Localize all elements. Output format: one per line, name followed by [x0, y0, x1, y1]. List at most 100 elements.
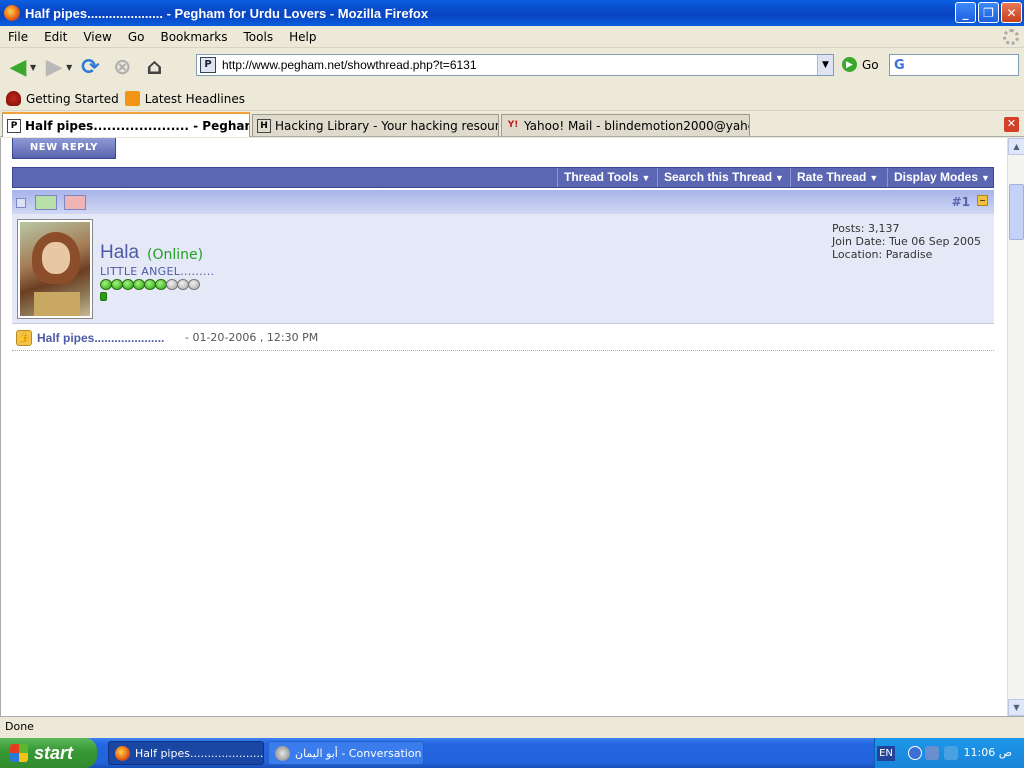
- user-info-panel: Hala (Online) LITTLE ANGEL......... Post…: [12, 214, 994, 324]
- post-count: Posts: 3,137: [832, 222, 900, 235]
- hacking-library-favicon-icon: H: [257, 118, 271, 133]
- stop-icon[interactable]: ⊗: [108, 53, 136, 81]
- thread-toolbar: Thread Tools ▼ Search this Thread ▼ Rate T…: [12, 167, 994, 188]
- chevron-down-icon: ▼: [641, 173, 651, 183]
- menu-bar: File Edit View Go Bookmarks Tools Help: [0, 26, 1024, 48]
- window-controls: _ ❐ ✕: [955, 2, 1022, 23]
- chevron-down-icon: ▼: [981, 173, 990, 183]
- windows-logo-icon: [10, 744, 28, 762]
- online-status: (Online): [147, 247, 204, 263]
- scroll-down-icon[interactable]: ▼: [1008, 699, 1024, 716]
- forward-history-dropdown[interactable]: ▼: [66, 63, 72, 72]
- menu-edit[interactable]: Edit: [36, 30, 75, 44]
- search-box[interactable]: G: [889, 54, 1019, 76]
- tab-label: Half pipes..................... - Pegham…: [25, 118, 249, 133]
- post-title-row: 👍 Half pipes..................... - 01-2…: [12, 324, 994, 351]
- menu-help[interactable]: Help: [281, 30, 324, 44]
- reputation-extra-icon: [100, 292, 107, 301]
- bookmark-getting-started[interactable]: Getting Started: [6, 91, 119, 106]
- network-icon[interactable]: [925, 746, 939, 760]
- bookmarks-toolbar: Getting Started Latest Headlines: [0, 87, 1024, 111]
- close-tab-icon[interactable]: ✕: [1004, 117, 1019, 132]
- window-title: Half pipes..................... - Pegham…: [25, 5, 429, 21]
- taskbar-item-firefox[interactable]: Half pipes.....................: [108, 741, 264, 765]
- status-bar: Done: [0, 716, 1024, 738]
- url-input[interactable]: http://www.pegham.net/showthread.php?t=6…: [222, 58, 817, 72]
- language-indicator[interactable]: EN: [877, 746, 895, 761]
- page-content: NEW REPLY Thread Tools ▼ Search this Thre…: [0, 138, 1024, 716]
- menu-go[interactable]: Go: [120, 30, 153, 44]
- scroll-thumb[interactable]: [1009, 184, 1024, 240]
- new-reply-button[interactable]: NEW REPLY: [12, 138, 116, 159]
- post-header: #1 −: [12, 190, 994, 214]
- taskbar-item-conversation[interactable]: أبو اليمان - Conversation: [268, 741, 424, 765]
- close-button[interactable]: ✕: [1001, 2, 1022, 23]
- location: Location: Paradise: [832, 248, 933, 261]
- back-history-dropdown[interactable]: ▼: [30, 63, 36, 72]
- taskbar: start Half pipes..................... أب…: [0, 738, 1024, 768]
- google-search-icon[interactable]: G: [894, 58, 905, 73]
- menu-bookmarks[interactable]: Bookmarks: [152, 30, 235, 44]
- tab-pegham[interactable]: P Half pipes..................... - Pegh…: [2, 112, 250, 137]
- post-number[interactable]: #1: [952, 195, 970, 209]
- reload-icon[interactable]: ⟳: [76, 53, 104, 81]
- home-icon[interactable]: ⌂: [140, 53, 168, 81]
- minimize-button[interactable]: _: [955, 2, 976, 23]
- tab-yahoo-mail[interactable]: Y! Yahoo! Mail - blindemotion2000@yahoo.…: [501, 114, 750, 136]
- url-dropdown-icon[interactable]: ▼: [817, 55, 833, 75]
- post-title: Half pipes.....................: [37, 331, 165, 345]
- site-favicon-icon: P: [200, 57, 216, 73]
- messenger-icon: [275, 745, 290, 761]
- thread-tools-menu[interactable]: Thread Tools ▼: [557, 168, 657, 187]
- reputation-bar: [100, 279, 200, 290]
- tab-label: Yahoo! Mail - blindemotion2000@yahoo.com: [524, 118, 749, 133]
- throbber-icon: [1003, 29, 1019, 45]
- user-stats: Posts: 3,137 Join Date: Tue 06 Sep 2005 …: [832, 222, 981, 261]
- tab-bar: P Half pipes..................... - Pegh…: [0, 112, 1024, 137]
- clock[interactable]: ص 11:06: [964, 746, 1013, 759]
- post-select-checkbox[interactable]: [16, 198, 26, 208]
- post-action-icon[interactable]: [35, 195, 57, 210]
- rss-icon: [124, 91, 140, 106]
- bookmark-latest-headlines[interactable]: Latest Headlines: [124, 91, 245, 106]
- navigation-toolbar: ◀ ▼ ▶ ▼ ⟳ ⊗ ⌂ P http://www.pegham.net/sh…: [0, 49, 1024, 85]
- messenger-tray-icon[interactable]: [944, 746, 958, 760]
- bookmark-label: Getting Started: [26, 91, 119, 106]
- go-label: Go: [862, 57, 879, 72]
- title-bar: Half pipes..................... - Pegham…: [0, 0, 1024, 26]
- post-menu-icon[interactable]: −: [977, 195, 988, 206]
- username-link[interactable]: Hala: [100, 242, 139, 264]
- bookmark-label: Latest Headlines: [144, 91, 245, 106]
- forward-arrow-icon[interactable]: ▶: [40, 53, 68, 81]
- avatar[interactable]: [17, 219, 93, 319]
- menu-tools[interactable]: Tools: [236, 30, 282, 44]
- back-arrow-icon[interactable]: ◀: [4, 53, 32, 81]
- rate-thread-menu[interactable]: Rate Thread ▼: [790, 168, 887, 187]
- maximize-button[interactable]: ❐: [978, 2, 999, 23]
- tab-label: Hacking Library - Your hacking resource: [275, 118, 499, 133]
- forum-thread: NEW REPLY Thread Tools ▼ Search this Thre…: [11, 138, 996, 716]
- post-date: - 01-20-2006 , 12:30 PM: [185, 331, 319, 344]
- search-thread-menu[interactable]: Search this Thread ▼: [657, 168, 790, 187]
- menu-view[interactable]: View: [75, 30, 119, 44]
- go-arrow-icon: ▶: [842, 57, 857, 72]
- firefox-icon: [115, 745, 130, 761]
- display-modes-menu[interactable]: Display Modes ▼: [887, 168, 993, 187]
- user-title: LITTLE ANGEL.........: [100, 265, 215, 278]
- url-bar[interactable]: P http://www.pegham.net/showthread.php?t…: [196, 54, 834, 76]
- join-date: Join Date: Tue 06 Sep 2005: [832, 235, 981, 248]
- pegham-favicon-icon: P: [7, 118, 21, 133]
- scroll-up-icon[interactable]: ▲: [1008, 138, 1024, 155]
- tab-hacking-library[interactable]: H Hacking Library - Your hacking resourc…: [252, 114, 499, 136]
- post-report-icon[interactable]: [64, 195, 86, 210]
- reputation-point-icon: [188, 279, 200, 290]
- yahoo-favicon-icon: Y!: [507, 119, 519, 130]
- go-button[interactable]: ▶ Go: [842, 57, 879, 72]
- start-button[interactable]: start: [0, 738, 97, 768]
- thumbs-up-icon: 👍: [16, 330, 32, 346]
- tray-expand-icon[interactable]: [908, 746, 922, 760]
- avatar-box-shape: [34, 292, 80, 316]
- menu-file[interactable]: File: [0, 30, 36, 44]
- vertical-scrollbar[interactable]: ▲ ▼: [1007, 138, 1024, 716]
- chevron-down-icon: ▼: [869, 173, 879, 183]
